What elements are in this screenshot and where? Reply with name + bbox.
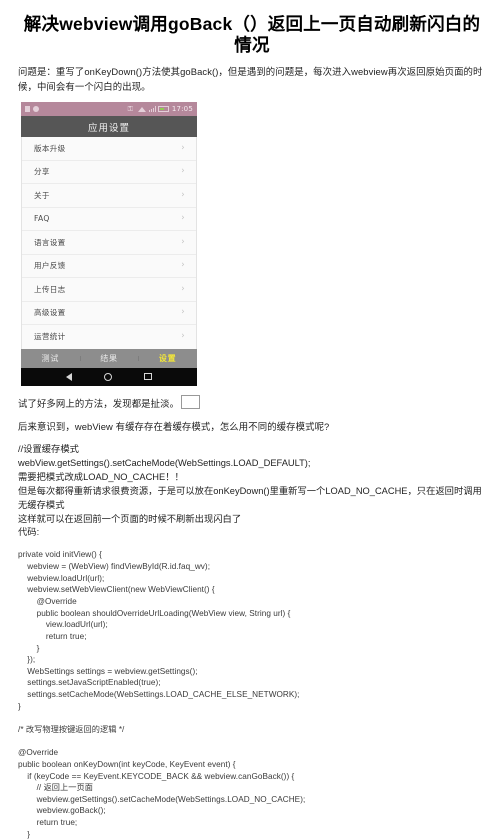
cache-note-4: 但是每次都得重新请求很费资源，于是可以放在onKeyDown()里重新写一个LO… bbox=[18, 485, 482, 510]
signal-icon bbox=[148, 106, 156, 113]
settings-row-about[interactable]: 关于 › bbox=[22, 184, 196, 208]
settings-row-feedback[interactable]: 用户反馈 › bbox=[22, 255, 196, 279]
chevron-right-icon: › bbox=[181, 142, 185, 153]
settings-row-upload-log[interactable]: 上传日志 › bbox=[22, 278, 196, 302]
vpn-key-icon: ⚿ bbox=[127, 104, 133, 113]
status-bar-clock: 17:05 bbox=[171, 105, 193, 114]
android-nav-bar bbox=[21, 367, 197, 386]
settings-list: 版本升级 › 分享 › 关于 › FAQ › 语言设置 › 用户反馈 › 上传日… bbox=[21, 137, 197, 349]
status-left-icons bbox=[25, 106, 39, 113]
phone-title-label: 应用设置 bbox=[87, 122, 130, 134]
phone-status-bar: ⚿ 17:05 bbox=[21, 102, 197, 117]
settings-row-label: 语言设置 bbox=[34, 237, 66, 247]
home-icon[interactable] bbox=[104, 372, 113, 381]
document-icon bbox=[25, 106, 30, 113]
settings-row-share[interactable]: 分享 › bbox=[22, 161, 196, 185]
intro-paragraph: 问题是：重写了onKeyDown()方法使其goBack()，但是遇到的问题是，… bbox=[18, 66, 483, 92]
tab-test[interactable]: 测试 bbox=[21, 353, 80, 364]
cache-note-6: 代码: bbox=[18, 527, 40, 538]
chevron-right-icon: › bbox=[181, 213, 185, 224]
battery-icon bbox=[158, 106, 170, 113]
chevron-right-icon: › bbox=[181, 260, 185, 271]
chevron-right-icon: › bbox=[181, 307, 185, 318]
settings-row-faq[interactable]: FAQ › bbox=[22, 208, 196, 232]
after-shot-paragraph-1: 试了好多网上的方法，发现都是扯淡。 bbox=[18, 394, 486, 412]
settings-row-statistics[interactable]: 运营统计 › bbox=[22, 325, 196, 349]
tab-results[interactable]: 结果 bbox=[79, 353, 139, 364]
settings-row-label: 版本升级 bbox=[34, 143, 66, 153]
settings-row-label: 上传日志 bbox=[34, 284, 66, 294]
phone-screenshot-image: ⚿ 17:05 应用设置 版本升级 › 分享 › 关于 › FAQ › 语言设置… bbox=[21, 102, 197, 386]
after-shot-paragraph-2: 后来意识到，webView 有缓存存在着缓存模式，怎么用不同的缓存模式呢? bbox=[18, 421, 330, 433]
phone-tab-bar: 测试 结果 设置 bbox=[21, 348, 197, 368]
phone-title-bar: 应用设置 bbox=[21, 116, 197, 138]
cache-note-1: //设置缓存模式 bbox=[18, 443, 79, 454]
broken-image-placeholder-icon bbox=[181, 394, 201, 409]
chevron-right-icon: › bbox=[181, 331, 185, 342]
chevron-right-icon: › bbox=[181, 189, 185, 200]
settings-row-label: 高级设置 bbox=[34, 308, 66, 318]
cache-note-5: 这样就可以在返回前一个页面的时候不刷新出现闪白了 bbox=[18, 513, 242, 524]
cache-note-3: 需要把模式改成LOAD_NO_CACHE！！ bbox=[18, 471, 184, 482]
settings-row-label: 分享 bbox=[34, 167, 50, 177]
settings-row-language[interactable]: 语言设置 › bbox=[22, 231, 196, 255]
article-page: 解决webview调用goBack（）返回上一页自动刷新闪白的情况 问题是：重写… bbox=[0, 14, 504, 839]
settings-row-label: 运营统计 bbox=[34, 332, 66, 342]
chevron-right-icon: › bbox=[181, 236, 185, 247]
chevron-right-icon: › bbox=[181, 283, 185, 294]
tab-settings[interactable]: 设置 bbox=[138, 353, 197, 364]
status-right-icons: ⚿ 17:05 bbox=[128, 105, 193, 113]
settings-row-version[interactable]: 版本升级 › bbox=[22, 137, 196, 161]
recents-icon[interactable] bbox=[144, 372, 152, 381]
settings-row-label: 用户反馈 bbox=[34, 261, 66, 271]
record-icon bbox=[33, 106, 39, 113]
settings-row-advanced[interactable]: 高级设置 › bbox=[22, 302, 196, 326]
back-icon[interactable] bbox=[66, 372, 73, 381]
after-shot-text-1: 试了好多网上的方法，发现都是扯淡。 bbox=[18, 397, 180, 409]
wifi-icon bbox=[138, 106, 147, 112]
settings-row-label: 关于 bbox=[34, 190, 50, 200]
cache-note-2: webView.getSettings().setCacheMode(WebSe… bbox=[18, 457, 311, 468]
page-title: 解决webview调用goBack（）返回上一页自动刷新闪白的情况 bbox=[23, 14, 481, 55]
code-snippet: private void initView() { webview = (Web… bbox=[18, 550, 306, 839]
chevron-right-icon: › bbox=[181, 166, 185, 177]
settings-row-label: FAQ bbox=[34, 214, 50, 224]
cache-notes: //设置缓存模式 webView.getSettings().setCacheM… bbox=[18, 443, 486, 541]
